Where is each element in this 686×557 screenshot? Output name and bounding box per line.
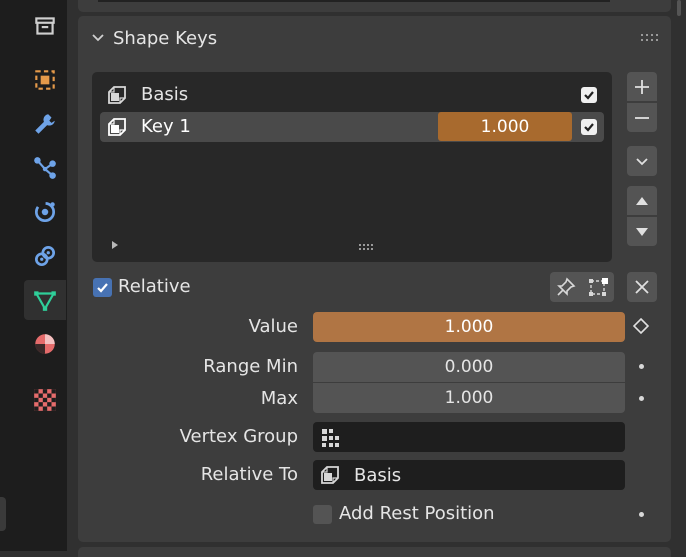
pin-icon — [557, 277, 576, 296]
remove-shape-key-button[interactable] — [627, 103, 657, 132]
mesh-data-icon — [34, 291, 56, 311]
edit-mode-icon — [589, 278, 608, 296]
tab-data[interactable] — [24, 280, 66, 320]
previous-panel-field — [98, 0, 610, 2]
texture-icon — [34, 389, 56, 411]
tab-constraints[interactable] — [24, 236, 66, 276]
animate-property-dot-icon[interactable] — [639, 396, 644, 401]
keyframe-diamond-icon[interactable] — [632, 317, 650, 335]
add-shape-key-button[interactable] — [627, 72, 657, 101]
next-panel — [78, 547, 671, 557]
panel-title[interactable]: Shape Keys — [113, 28, 217, 49]
vertex-group-icon — [322, 429, 339, 447]
shape-key-icon — [108, 86, 126, 104]
panel-drag-grip-icon[interactable] — [640, 33, 662, 43]
scrollbar[interactable] — [677, 0, 681, 16]
triangle-down-icon — [636, 227, 648, 236]
relative-to-label: Relative To — [200, 464, 298, 485]
add-rest-position-label[interactable]: Add Rest Position — [339, 503, 495, 524]
value-label: Value — [248, 316, 298, 337]
shape-key-name: Basis — [141, 84, 189, 105]
left-strip — [0, 0, 22, 551]
tab-texture[interactable] — [24, 380, 66, 420]
tab-particles[interactable] — [24, 148, 66, 188]
shape-key-value-field[interactable]: 1.000 — [438, 112, 572, 141]
collapse-handle[interactable] — [0, 497, 6, 531]
chevron-down-icon — [636, 158, 648, 166]
tab-collection[interactable] — [24, 6, 66, 46]
expand-list-arrow-icon[interactable] — [110, 240, 120, 250]
list-item-basis[interactable]: Basis — [100, 80, 604, 110]
shape-key-specials-button[interactable] — [627, 146, 657, 176]
wrench-icon — [35, 114, 55, 134]
triangle-up-icon — [636, 196, 648, 205]
minus-icon — [635, 116, 649, 119]
add-rest-position-checkbox[interactable] — [313, 505, 332, 524]
particles-icon — [34, 157, 56, 179]
value-field[interactable]: 1.000 — [313, 312, 625, 342]
range-min-field[interactable]: 0.000 — [313, 352, 625, 382]
tab-material[interactable] — [24, 324, 66, 364]
tab-modifiers[interactable] — [24, 104, 66, 144]
relative-to-field[interactable]: Basis — [313, 460, 625, 490]
tab-physics[interactable] — [24, 192, 66, 232]
chevron-down-icon[interactable] — [90, 30, 106, 46]
shape-key-name: Key 1 — [141, 116, 191, 137]
physics-icon — [34, 201, 56, 223]
close-icon — [635, 280, 649, 294]
edit-mode-shape-button[interactable] — [582, 272, 614, 302]
move-up-button[interactable] — [627, 186, 657, 215]
max-label: Max — [260, 388, 298, 409]
relative-to-value: Basis — [354, 464, 402, 486]
material-icon — [35, 334, 55, 354]
vertex-group-field[interactable] — [313, 422, 625, 452]
list-resize-grip-icon[interactable] — [358, 243, 378, 251]
shape-key-icon — [321, 466, 339, 484]
animate-property-dot-icon[interactable] — [639, 364, 644, 369]
max-field[interactable]: 1.000 — [313, 383, 625, 413]
move-down-button[interactable] — [627, 217, 657, 246]
plus-icon — [635, 79, 649, 94]
collection-icon — [35, 17, 55, 35]
tab-object[interactable] — [24, 60, 66, 100]
clear-shape-keys-button[interactable] — [627, 272, 657, 302]
relative-checkbox[interactable] — [93, 278, 112, 297]
animate-property-dot-icon[interactable] — [639, 512, 644, 517]
relative-label[interactable]: Relative — [118, 276, 191, 297]
shape-key-lock-button[interactable] — [550, 272, 582, 302]
vertex-group-label: Vertex Group — [179, 426, 298, 447]
shape-key-mute-checkbox[interactable] — [581, 119, 597, 135]
range-min-label: Range Min — [203, 356, 298, 377]
shape-key-mute-checkbox[interactable] — [581, 87, 597, 103]
object-icon — [35, 70, 55, 90]
shape-key-icon — [108, 118, 126, 136]
constraint-icon — [34, 245, 56, 267]
